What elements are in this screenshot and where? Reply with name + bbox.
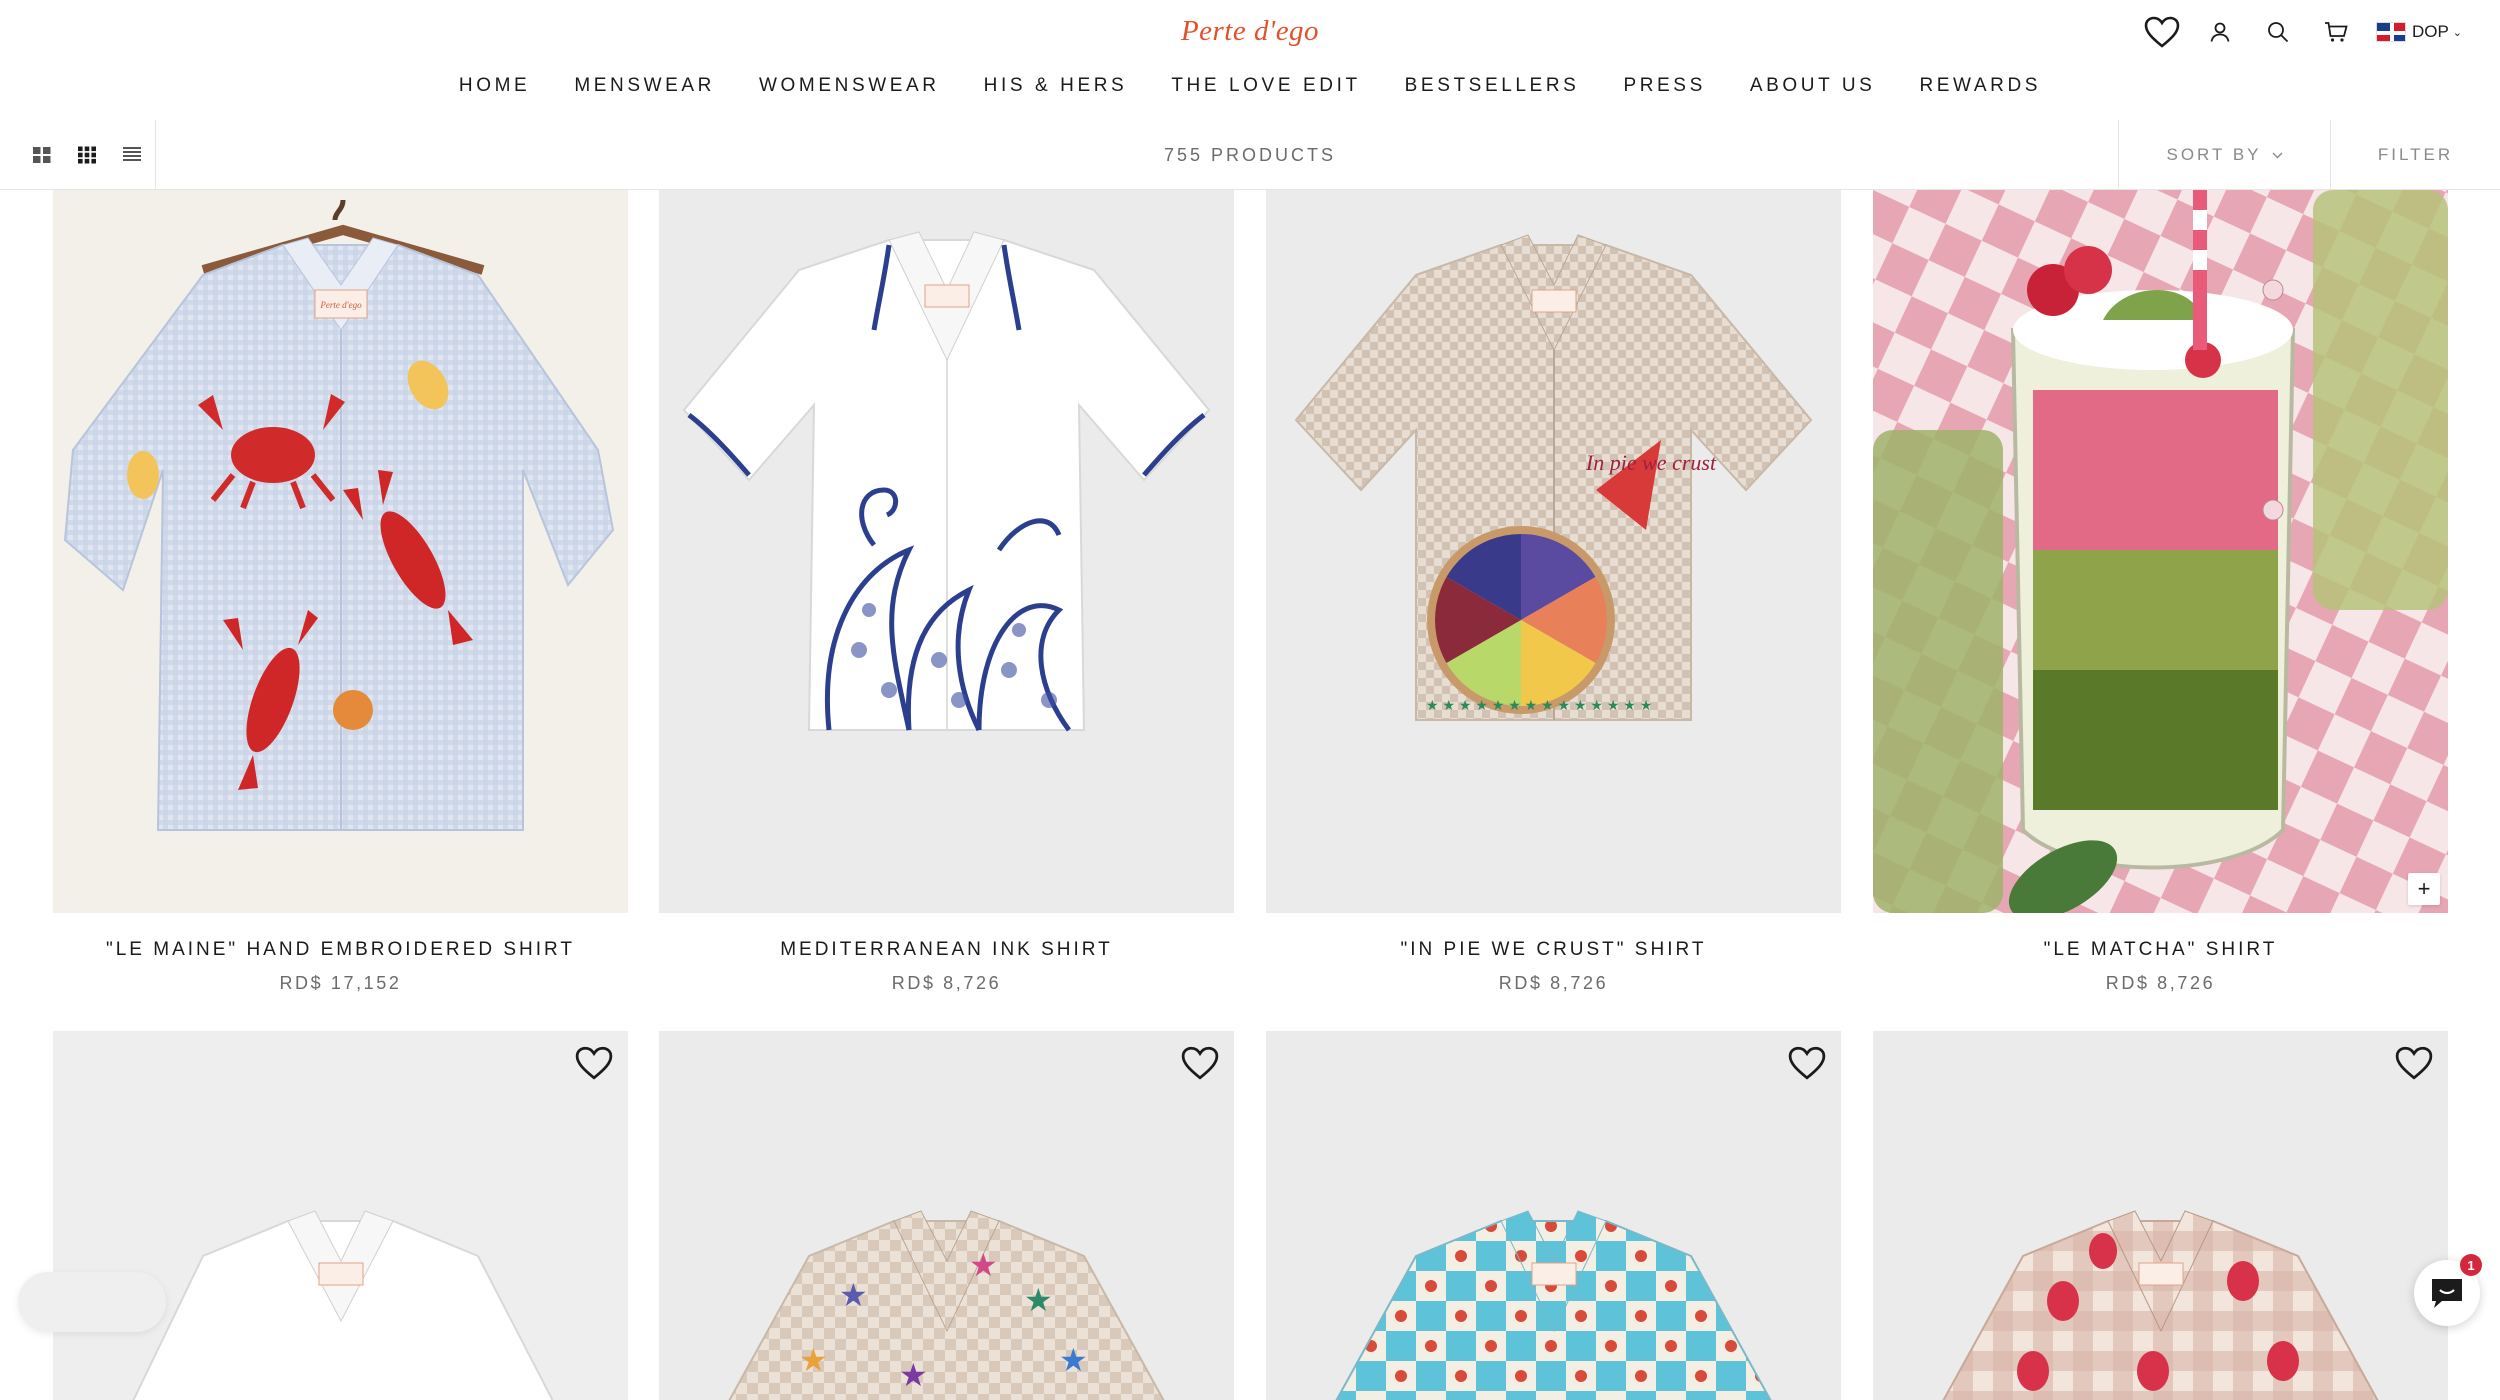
product-count: 755 PRODUCTS <box>1163 145 1337 165</box>
nav-item-womenswear[interactable]: WOMENSWEAR <box>759 68 940 104</box>
nav-item-rewards[interactable]: REWARDS <box>1919 68 2041 104</box>
product-card: Perte d'ego "LE MAINE" HAND EMBROIDERED <box>53 190 628 994</box>
search-icon[interactable] <box>2260 14 2296 50</box>
chevron-down-icon: ⌄ <box>2452 26 2462 39</box>
svg-text:★: ★ <box>1059 1342 1088 1378</box>
heart-icon <box>1181 1046 1219 1080</box>
main-navigation: HOME MENSWEAR WOMENSWEAR HIS & HERS THE … <box>0 68 2500 104</box>
product-title[interactable]: "IN PIE WE CRUST" SHIRT <box>1266 939 1841 961</box>
wishlist-button[interactable] <box>572 1041 616 1085</box>
site-header: Perte d'ego DOP ⌄ HOME MENSWEAR WOMENSWE… <box>0 0 2500 120</box>
svg-text:★: ★ <box>969 1247 998 1283</box>
product-image[interactable] <box>53 1031 628 1400</box>
rewards-launcher[interactable] <box>18 1272 166 1332</box>
filter-button[interactable]: FILTER <box>2330 120 2500 190</box>
product-price: RD$ 17,152 <box>279 973 402 993</box>
nav-item-home[interactable]: HOME <box>459 68 530 104</box>
product-price: RD$ 8,726 <box>1498 973 1609 993</box>
product-title[interactable]: MEDITERRANEAN INK SHIRT <box>659 939 1234 961</box>
product-image[interactable] <box>1266 1031 1841 1400</box>
currency-code: DOP <box>2411 22 2449 41</box>
nav-item-menswear[interactable]: MENSWEAR <box>574 68 715 104</box>
shirt-print-text: In pie we crust <box>1585 450 1717 475</box>
chat-notification-badge: 1 <box>2460 1254 2482 1276</box>
product-card <box>1266 1031 1841 1400</box>
product-title[interactable]: "LE MAINE" HAND EMBROIDERED SHIRT <box>53 939 628 961</box>
grid-small-icon[interactable] <box>77 145 97 165</box>
heart-icon <box>1788 1046 1826 1080</box>
svg-text:★: ★ <box>839 1277 868 1313</box>
cart-icon[interactable] <box>2318 14 2354 50</box>
nav-item-his-and-hers[interactable]: HIS & HERS <box>984 68 1128 104</box>
svg-text:★: ★ <box>799 1342 828 1378</box>
wishlist-button[interactable] <box>1178 1041 1222 1085</box>
chevron-down-icon <box>2272 152 2282 158</box>
list-icon[interactable] <box>122 145 142 165</box>
wishlist-button[interactable] <box>2392 1041 2436 1085</box>
grid-large-icon[interactable] <box>32 145 52 165</box>
product-image[interactable]: In pie we crust ★ ★ ★ ★ ★ ★ ★ ★ ★ ★ ★ ★ … <box>1266 190 1841 913</box>
collection-toolbar: 755 PRODUCTS SORT BY FILTER <box>0 120 2500 190</box>
heart-icon[interactable] <box>2144 14 2180 50</box>
nav-item-bestsellers[interactable]: BESTSELLERS <box>1405 68 1580 104</box>
svg-text:★: ★ <box>899 1357 928 1393</box>
svg-text:★: ★ <box>1024 1282 1053 1318</box>
product-card: + "LE MATCHA" SHIRT RD$ 8,726 <box>1873 190 2448 994</box>
product-card: ★ ★ ★ ★ ★ ★ <box>659 1031 1234 1400</box>
nav-item-the-love-edit[interactable]: THE LOVE EDIT <box>1171 68 1360 104</box>
header-actions: DOP ⌄ <box>2144 14 2462 50</box>
product-card <box>53 1031 628 1400</box>
shirt-tag-text: Perte d'ego <box>319 300 362 310</box>
chat-icon <box>2432 1279 2462 1308</box>
product-price: RD$ 8,726 <box>2105 973 2216 993</box>
product-card <box>1873 1031 2448 1400</box>
nav-item-about-us[interactable]: ABOUT US <box>1750 68 1876 104</box>
product-image[interactable]: Perte d'ego <box>53 190 628 913</box>
product-title[interactable]: "LE MATCHA" SHIRT <box>1873 939 2448 961</box>
product-image[interactable]: + <box>1873 190 2448 913</box>
currency-selector[interactable]: DOP ⌄ <box>2375 22 2462 42</box>
product-image[interactable]: ★ ★ ★ ★ ★ ★ <box>659 1031 1234 1400</box>
product-price: RD$ 8,726 <box>891 973 1002 993</box>
nav-item-press[interactable]: PRESS <box>1623 68 1705 104</box>
dominican-republic-flag-icon <box>2375 22 2406 42</box>
wishlist-button[interactable] <box>1785 1041 1829 1085</box>
svg-text:★ ★ ★ ★ ★ ★ ★ ★ ★ ★ ★ ★ ★ ★: ★ ★ ★ ★ ★ ★ ★ ★ ★ ★ ★ ★ ★ ★ <box>1426 697 1652 713</box>
brand-logo[interactable]: Perte d'ego <box>1150 10 1350 52</box>
product-card: MEDITERRANEAN INK SHIRT RD$ 8,726 <box>659 190 1234 994</box>
sort-by-label: SORT BY <box>2166 145 2262 164</box>
heart-icon <box>575 1046 613 1080</box>
product-image[interactable] <box>1873 1031 2448 1400</box>
heart-icon <box>2395 1046 2433 1080</box>
view-mode-switcher <box>0 120 156 190</box>
product-card: In pie we crust ★ ★ ★ ★ ★ ★ ★ ★ ★ ★ ★ ★ … <box>1266 190 1841 994</box>
account-icon[interactable] <box>2202 14 2238 50</box>
quick-add-button[interactable]: + <box>2408 873 2440 905</box>
product-image[interactable] <box>659 190 1234 913</box>
sort-by-button[interactable]: SORT BY <box>2118 120 2330 190</box>
chat-launcher-button[interactable]: 1 <box>2414 1254 2482 1326</box>
